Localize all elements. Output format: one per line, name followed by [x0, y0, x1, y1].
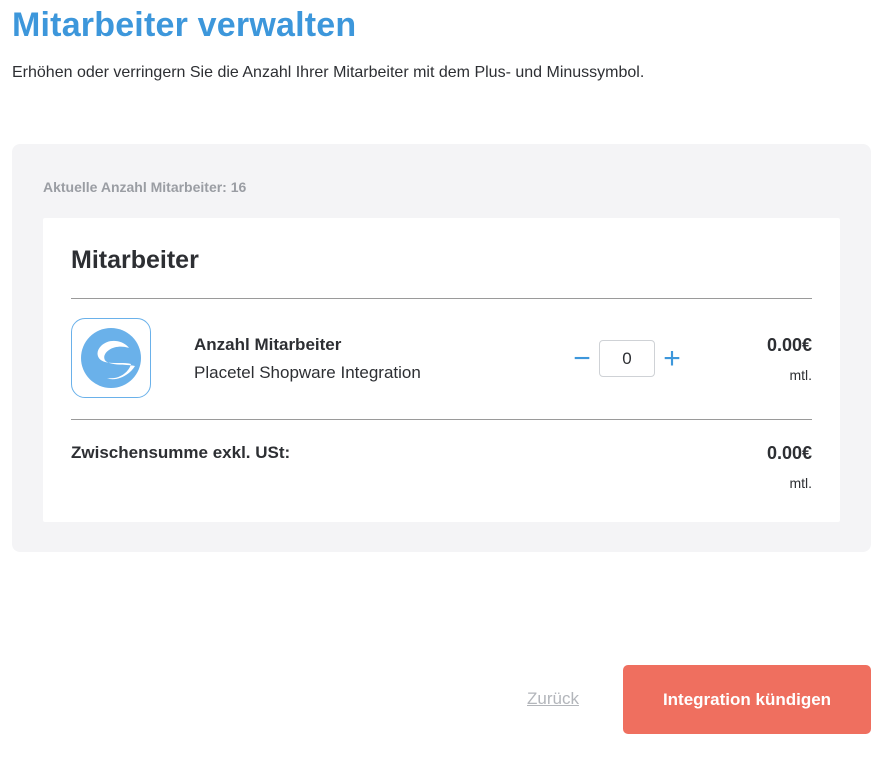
- item-period: mtl.: [789, 367, 812, 383]
- product-name: Anzahl Mitarbeiter: [194, 335, 342, 354]
- shopware-logo-icon: [71, 318, 151, 398]
- divider: [71, 419, 812, 420]
- back-link[interactable]: Zurück: [527, 689, 579, 709]
- card-title: Mitarbeiter: [71, 246, 199, 274]
- current-employee-count: Aktuelle Anzahl Mitarbeiter: 16: [43, 179, 247, 195]
- cancel-integration-button[interactable]: Integration kündigen: [623, 665, 871, 734]
- item-price: 0.00€: [766, 335, 812, 355]
- product-description: Placetel Shopware Integration: [194, 363, 421, 382]
- page-title: Mitarbeiter verwalten: [12, 6, 357, 44]
- quantity-stepper: − +: [569, 340, 685, 377]
- page-subtitle: Erhöhen oder verringern Sie die Anzahl I…: [12, 64, 645, 81]
- subtotal-price: 0.00€: [766, 443, 812, 463]
- employees-card: Mitarbeiter Anzahl Mitarbeiter Placetel …: [43, 218, 840, 522]
- divider: [71, 298, 812, 299]
- subtotal-period: mtl.: [789, 475, 812, 491]
- quantity-input[interactable]: [599, 340, 655, 377]
- manage-employees-page: Mitarbeiter verwalten Erhöhen oder verri…: [0, 0, 896, 760]
- subtotal-label: Zwischensumme exkl. USt:: [71, 443, 291, 462]
- employees-panel: Aktuelle Anzahl Mitarbeiter: 16 Mitarbei…: [12, 144, 871, 552]
- minus-icon[interactable]: −: [569, 340, 595, 377]
- plus-icon[interactable]: +: [659, 340, 685, 377]
